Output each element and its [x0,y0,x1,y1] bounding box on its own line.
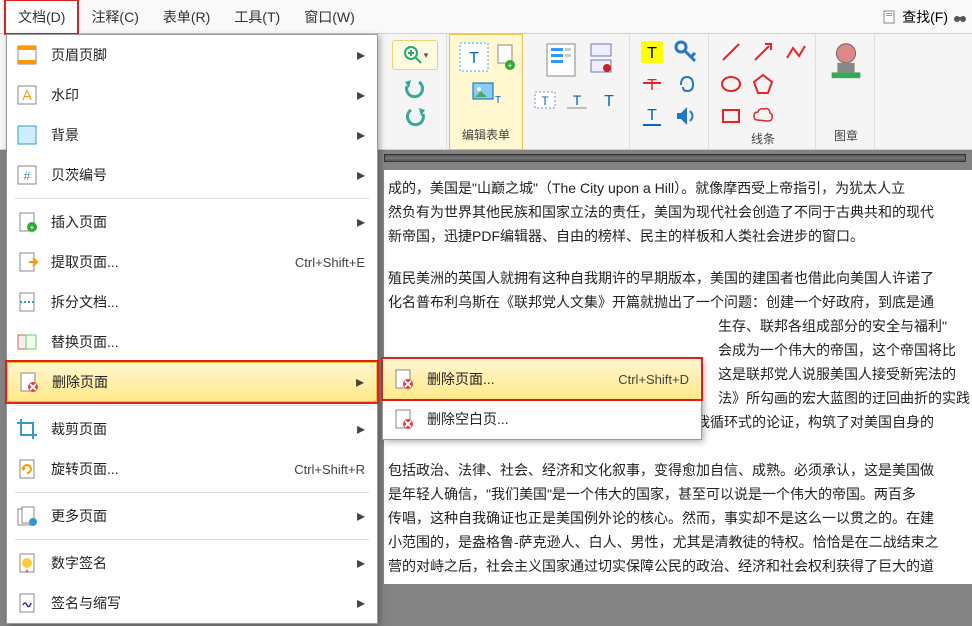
form-text-t-icon[interactable]: T [563,86,591,114]
form-field-t-icon[interactable]: T [531,86,559,114]
form-add-icon[interactable]: + [496,39,516,75]
polyline-red-icon[interactable] [781,38,809,66]
svg-text:A: A [22,87,32,103]
chevron-right-icon: ▸ [357,45,365,65]
form-image-icon[interactable]: T [471,81,501,107]
more-pages-icon [15,504,39,528]
menu-document[interactable]: 文档(D) [4,0,79,35]
zoom-in-button[interactable]: ▾ [392,40,438,70]
stamp-label: 图章 [834,127,858,144]
menu-digital-sign[interactable]: 数字签名 ▸ [7,543,377,583]
menu-sign-abbrev[interactable]: 签名与缩写 ▸ [7,583,377,623]
stamp-icon[interactable] [824,38,868,82]
menu-background[interactable]: 背景 ▸ [7,115,377,155]
menu-insert-page[interactable]: + 插入页面 ▸ [7,202,377,242]
svg-text:+: + [508,61,513,70]
edit-form-label: 编辑表单 [462,126,510,143]
menu-form[interactable]: 表单(R) [151,1,222,33]
document-dropdown: 页眉页脚 ▸ A 水印 ▸ 背景 ▸ # 贝茨编号 ▸ + 插入页面 ▸ 提取页… [6,34,378,624]
find-icon [882,9,898,25]
svg-text:T: T [604,93,614,110]
svg-text:T: T [647,45,657,62]
rotate-icon [15,457,39,481]
lines-label: 线条 [751,130,775,147]
submenu-delete-page[interactable]: 删除页面... Ctrl+Shift+D [383,359,701,399]
form-plain-t-icon[interactable]: T [595,86,623,114]
chevron-right-icon: ▸ [357,506,365,526]
chevron-right-icon: ▸ [357,553,365,573]
menu-annotation[interactable]: 注释(C) [79,1,150,33]
svg-text:+: + [30,223,35,232]
background-icon [15,123,39,147]
ellipse-red-icon[interactable] [717,70,745,98]
find-action[interactable]: 查找(F) [882,7,972,27]
extract-page-icon [15,250,39,274]
menu-watermark[interactable]: A 水印 ▸ [7,75,377,115]
menu-bates[interactable]: # 贝茨编号 ▸ [7,155,377,195]
highlight-t-icon[interactable]: T [638,38,666,66]
form-list-icon[interactable] [539,38,583,82]
digital-sign-icon [15,551,39,575]
rect-red-icon[interactable] [717,102,745,130]
header-footer-icon [15,43,39,67]
key-icon[interactable] [672,38,700,66]
split-doc-icon [15,290,39,314]
binoculars-icon [952,9,968,25]
menubar: 文档(D) 注释(C) 表单(R) 工具(T) 窗口(W) 查找(F) [0,0,972,34]
sign-abbrev-icon [15,591,39,615]
chevron-right-icon: ▸ [357,165,365,185]
menu-header-footer[interactable]: 页眉页脚 ▸ [7,35,377,75]
insert-page-icon: + [15,210,39,234]
menu-crop-page[interactable]: 裁剪页面 ▸ [7,409,377,449]
menu-split-doc[interactable]: 拆分文档... [7,282,377,322]
replace-page-icon [15,330,39,354]
menu-rotate-page[interactable]: 旋转页面... Ctrl+Shift+R [7,449,377,489]
delete-blank-icon [391,407,415,431]
sound-icon[interactable] [672,102,700,130]
pentagon-red-icon[interactable] [749,70,777,98]
delete-page-icon [16,370,40,394]
svg-text:#: # [24,169,31,183]
cloud-red-icon[interactable] [749,102,777,130]
find-label: 查找(F) [902,7,948,27]
strike-t-icon[interactable]: T [638,70,666,98]
arrow-red-icon[interactable] [749,38,777,66]
menu-window[interactable]: 窗口(W) [292,1,367,33]
menu-extract-page[interactable]: 提取页面... Ctrl+Shift+E [7,242,377,282]
svg-text:T: T [647,107,657,124]
chevron-right-icon: ▸ [357,212,365,232]
svg-text:T: T [573,92,582,108]
menu-more-pages[interactable]: 更多页面 ▸ [7,496,377,536]
chevron-right-icon: ▸ [357,593,365,613]
delete-page-submenu: 删除页面... Ctrl+Shift+D 删除空白页... [382,358,702,440]
redo-icon[interactable] [401,104,429,128]
delete-page-icon [391,367,415,391]
line-red-icon[interactable] [717,38,745,66]
undo-icon[interactable] [401,76,429,100]
menu-delete-page[interactable]: 删除页面 ▸ [7,362,377,402]
attach-icon[interactable] [672,70,700,98]
underline-t-icon[interactable]: T [638,102,666,130]
bates-icon: # [15,163,39,187]
svg-text:T: T [495,95,501,106]
chevron-right-icon: ▸ [357,85,365,105]
submenu-delete-blank[interactable]: 删除空白页... [383,399,701,439]
watermark-icon: A [15,83,39,107]
form-menu-icon[interactable] [587,38,615,78]
menu-replace-page[interactable]: 替换页面... [7,322,377,362]
svg-text:T: T [541,94,549,108]
chevron-right-icon: ▸ [357,125,365,145]
svg-text:T: T [647,77,657,94]
crop-icon [15,417,39,441]
chevron-right-icon: ▸ [357,419,365,439]
svg-text:T: T [469,50,479,67]
menu-tools[interactable]: 工具(T) [222,1,292,33]
chevron-right-icon: ▸ [356,372,364,392]
form-text-icon[interactable]: T [456,39,492,75]
